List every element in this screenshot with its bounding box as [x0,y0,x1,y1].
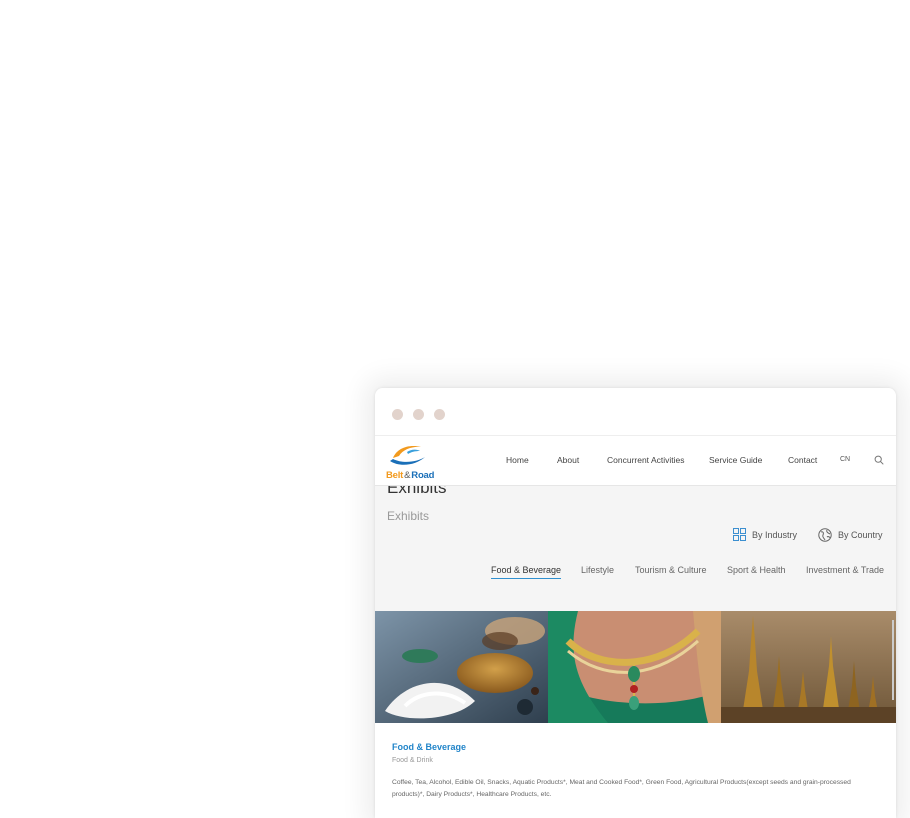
filter-by-country[interactable]: By Country [818,528,883,542]
tab-sport-health[interactable]: Sport & Health [727,565,786,578]
filter-by-industry-label: By Industry [752,529,798,540]
logo-swirl-icon [390,446,425,465]
window-dot-minimize[interactable] [413,409,424,420]
language-switch[interactable]: CN [840,456,850,463]
nav-service-guide[interactable]: Service Guide [709,455,762,465]
scrollbar[interactable] [892,620,894,700]
category-card: Food & Beverage Food & Drink Coffee, Tea… [375,723,896,818]
browser-window: Belt&Road Home About Concurrent Activiti… [375,388,896,818]
tab-lifestyle[interactable]: Lifestyle [581,565,614,578]
site-header: Belt&Road Home About Concurrent Activiti… [375,436,896,486]
page-subtitle: Exhibits [387,509,430,523]
belt-road-logo[interactable]: Belt&Road [385,440,445,484]
food-beverage-image[interactable] [375,611,548,723]
search-icon[interactable] [874,455,884,465]
tab-tourism-culture[interactable]: Tourism & Culture [635,565,707,578]
exhibits-section: Exhibits Exhibits By Industry By Country… [375,478,896,818]
filter-by-country-label: By Country [838,530,883,540]
nav-concurrent-activities[interactable]: Concurrent Activities [607,455,684,465]
nav-home[interactable]: Home [506,455,529,465]
window-dot-close[interactable] [392,409,403,420]
logo-text: Belt&Road [386,470,435,481]
globe-icon [818,528,832,542]
window-chrome [375,388,896,436]
filter-by-industry[interactable]: By Industry [733,528,797,541]
window-dot-maximize[interactable] [434,409,445,420]
card-title[interactable]: Food & Beverage [392,742,466,752]
nav-contact[interactable]: Contact [788,455,817,465]
tab-food-beverage[interactable]: Food & Beverage [491,565,562,579]
card-description: Coffee, Tea, Alcohol, Edible Oil, Snacks… [392,779,851,798]
tab-investment-trade[interactable]: Investment & Trade [806,565,884,578]
lifestyle-image[interactable] [548,611,721,723]
nav-about[interactable]: About [557,455,579,465]
grid-icon [733,528,746,541]
card-subtitle: Food & Drink [392,757,433,764]
tourism-culture-image[interactable] [721,611,896,723]
